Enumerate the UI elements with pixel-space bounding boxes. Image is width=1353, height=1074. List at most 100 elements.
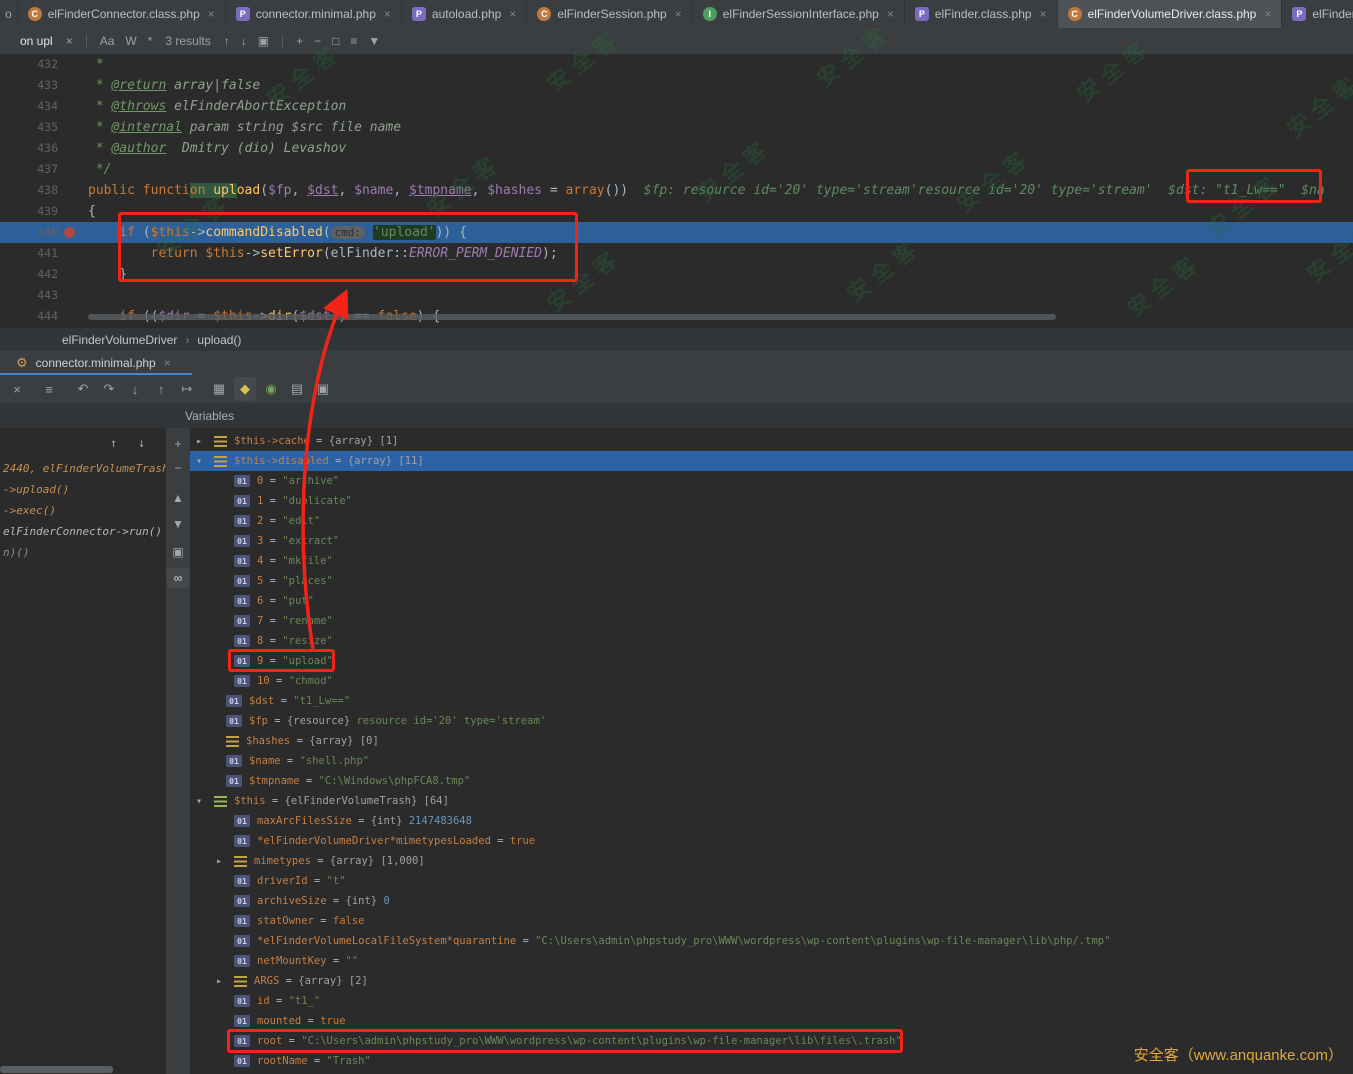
variable-row[interactable]: ▸mimetypes = {array} [1,000] bbox=[190, 851, 1353, 871]
editor-tab-partial[interactable]: o bbox=[0, 0, 18, 28]
variable-row[interactable]: 01maxArcFilesSize = {int} 2147483648 bbox=[190, 811, 1353, 831]
code-editor[interactable]: 432 *433 * @return array|false434 * @thr… bbox=[0, 54, 1353, 327]
editor-tab[interactable]: CelFinderSession.php× bbox=[527, 0, 692, 28]
code-line[interactable]: 435 * @internal param string $src file n… bbox=[0, 117, 1353, 138]
variable-row[interactable]: ▸$this->cache = {array} [1] bbox=[190, 431, 1353, 451]
rerun-icon[interactable]: ↶ bbox=[72, 377, 94, 401]
editor-tab[interactable]: Pconnector.minimal.php× bbox=[226, 0, 402, 28]
variable-row[interactable]: 01id = "t1_" bbox=[190, 991, 1353, 1011]
line-number[interactable]: 435 bbox=[0, 117, 62, 138]
variable-row[interactable]: ▾$this->disabled = {array} [11] bbox=[190, 451, 1353, 471]
tab-close-icon[interactable]: × bbox=[164, 356, 171, 370]
tab-close-icon[interactable]: × bbox=[208, 7, 215, 21]
editor-tab[interactable]: PelFinder...× bbox=[1282, 0, 1353, 28]
tab-close-icon[interactable]: × bbox=[675, 7, 682, 21]
gutter-fold-area[interactable] bbox=[62, 201, 88, 222]
breakpoint-icon[interactable] bbox=[64, 227, 75, 238]
frames-list-icon[interactable]: ▤ bbox=[286, 377, 308, 401]
tab-close-icon[interactable]: × bbox=[887, 7, 894, 21]
add-occurrence-icon[interactable]: + bbox=[296, 34, 303, 48]
gutter-fold-area[interactable] bbox=[62, 54, 88, 75]
variable-row[interactable]: 01$tmpname = "C:\Windows\phpFCA8.tmp" bbox=[190, 771, 1353, 791]
whole-words-icon[interactable]: W bbox=[125, 34, 136, 48]
variable-row[interactable]: 017 = "rename" bbox=[190, 611, 1353, 631]
variable-row[interactable]: 01statOwner = false bbox=[190, 911, 1353, 931]
gutter-fold-area[interactable] bbox=[62, 264, 88, 285]
tab-close-icon[interactable]: × bbox=[1264, 7, 1271, 21]
threads-list-icon[interactable]: ▣ bbox=[312, 377, 334, 401]
breadcrumb-method[interactable]: upload() bbox=[197, 333, 241, 347]
gutter-fold-area[interactable] bbox=[62, 159, 88, 180]
editor-tab[interactable]: CelFinderVolumeDriver.class.php× bbox=[1058, 0, 1283, 28]
gutter-fold-area[interactable] bbox=[62, 96, 88, 117]
debug-tab-label[interactable]: connector.minimal.php bbox=[36, 356, 156, 370]
stack-frame[interactable]: n)() bbox=[3, 546, 30, 559]
editor-tab[interactable]: PelFinder.class.php× bbox=[905, 0, 1058, 28]
stack-frame[interactable]: elFinderConnector->run() bbox=[3, 525, 162, 538]
variable-row[interactable]: 01$name = "shell.php" bbox=[190, 751, 1353, 771]
copy-stack-icon[interactable]: ▣ bbox=[167, 542, 189, 562]
variable-row[interactable]: $hashes = {array} [0] bbox=[190, 731, 1353, 751]
variable-row[interactable]: 01*elFinderVolumeDriver*mimetypesLoaded … bbox=[190, 831, 1353, 851]
tree-collapse-icon[interactable]: ▾ bbox=[196, 796, 214, 807]
code-line[interactable]: 433 * @return array|false bbox=[0, 75, 1353, 96]
line-number[interactable]: 438 bbox=[0, 180, 62, 201]
line-number[interactable]: 444 bbox=[0, 306, 62, 327]
code-line[interactable]: 440 if ($this->commandDisabled(cmd: 'upl… bbox=[0, 222, 1353, 243]
gutter-fold-area[interactable] bbox=[62, 75, 88, 96]
show-inline-values-icon[interactable]: ∞ bbox=[167, 568, 189, 588]
line-number[interactable]: 442 bbox=[0, 264, 62, 285]
variable-row[interactable]: 0110 = "chmod" bbox=[190, 671, 1353, 691]
tab-close-icon[interactable]: × bbox=[384, 7, 391, 21]
gutter-fold-area[interactable] bbox=[62, 306, 88, 327]
run-to-cursor-icon[interactable]: ↦ bbox=[176, 377, 198, 401]
variable-row[interactable]: 01archiveSize = {int} 0 bbox=[190, 891, 1353, 911]
line-number[interactable]: 441 bbox=[0, 243, 62, 264]
line-number[interactable]: 434 bbox=[0, 96, 62, 117]
tree-expand-icon[interactable]: ▸ bbox=[216, 976, 234, 987]
line-number[interactable]: 432 bbox=[0, 54, 62, 75]
variable-row[interactable]: 01mounted = true bbox=[190, 1011, 1353, 1031]
tree-expand-icon[interactable]: ▸ bbox=[216, 856, 234, 867]
code-line[interactable]: 442 } bbox=[0, 264, 1353, 285]
line-number[interactable]: 436 bbox=[0, 138, 62, 159]
variable-row[interactable]: 010 = "archive" bbox=[190, 471, 1353, 491]
select-all-occurrences-icon[interactable]: ▣ bbox=[258, 34, 269, 48]
step-out-icon[interactable]: ↑ bbox=[150, 377, 172, 401]
close-icon[interactable]: × bbox=[6, 377, 28, 401]
remove-occurrence-icon[interactable]: − bbox=[314, 34, 321, 48]
tab-close-icon[interactable]: × bbox=[1040, 7, 1047, 21]
variable-row[interactable]: ▾$this = {elFinderVolumeTrash} [64] bbox=[190, 791, 1353, 811]
frames-up-icon[interactable]: ↑ bbox=[110, 436, 117, 450]
variable-row[interactable]: 014 = "mkfile" bbox=[190, 551, 1353, 571]
evaluate-toggle-icon[interactable]: ◆ bbox=[234, 377, 256, 401]
variable-row[interactable]: 01driverId = "t" bbox=[190, 871, 1353, 891]
frames-down-icon[interactable]: ↓ bbox=[138, 436, 145, 450]
variable-row[interactable]: ▸ARGS = {array} [2] bbox=[190, 971, 1353, 991]
code-line[interactable]: 439{ bbox=[0, 201, 1353, 222]
stack-frame[interactable]: ->exec() bbox=[3, 504, 56, 517]
editor-tab[interactable]: IelFinderSessionInterface.php× bbox=[693, 0, 905, 28]
variable-row[interactable]: 01$fp = {resource} resource id='20' type… bbox=[190, 711, 1353, 731]
tab-close-icon[interactable]: × bbox=[509, 7, 516, 21]
line-number[interactable]: 443 bbox=[0, 285, 62, 306]
gutter-fold-area[interactable] bbox=[62, 243, 88, 264]
variable-row[interactable]: 018 = "resize" bbox=[190, 631, 1353, 651]
match-case-icon[interactable]: Aa bbox=[100, 34, 115, 48]
settings-menu-icon[interactable]: ≡ bbox=[38, 377, 60, 401]
exclude-occurrence-icon[interactable]: □ bbox=[332, 34, 339, 48]
variable-row[interactable]: 012 = "edit" bbox=[190, 511, 1353, 531]
tree-expand-icon[interactable]: ▸ bbox=[196, 436, 214, 447]
code-line[interactable]: 436 * @author Dmitry (dio) Levashov bbox=[0, 138, 1353, 159]
scroll-up-icon[interactable]: ▲ bbox=[167, 488, 189, 508]
variable-row[interactable]: 011 = "duplicate" bbox=[190, 491, 1353, 511]
stack-frame[interactable]: 2440, elFinderVolumeTrash-> bbox=[3, 462, 167, 475]
code-line[interactable]: 434 * @throws elFinderAbortException bbox=[0, 96, 1353, 117]
gutter-fold-area[interactable] bbox=[62, 180, 88, 201]
gutter-fold-area[interactable] bbox=[62, 138, 88, 159]
code-line[interactable]: 432 * bbox=[0, 54, 1353, 75]
breadcrumb-class[interactable]: elFinderVolumeDriver bbox=[62, 333, 177, 347]
step-into-icon[interactable]: ↓ bbox=[124, 377, 146, 401]
variable-row[interactable]: 015 = "places" bbox=[190, 571, 1353, 591]
variable-row[interactable]: 01$dst = "t1_Lw==" bbox=[190, 691, 1353, 711]
